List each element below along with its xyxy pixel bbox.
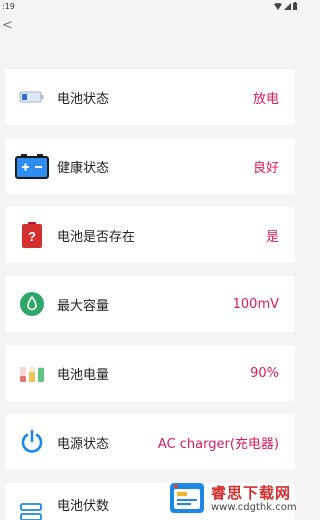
battery-info-list: 电池状态 放电 健康状态 良好 ? 电池是否存在 是 最大容量 100mV 电池…: [5, 69, 295, 520]
row-value: 是: [265, 229, 279, 245]
battery-status-icon: [293, 2, 297, 10]
watermark-text: 睿思下载网 www.cdgthk.com: [211, 484, 297, 514]
watermark-title: 睿思下载网: [211, 484, 292, 502]
row-label: 电池状态: [57, 91, 110, 107]
power-icon: [15, 425, 49, 459]
row-label: 电池是否存在: [57, 229, 136, 245]
wifi-icon: [274, 2, 282, 10]
row-value: 良好: [252, 160, 279, 176]
list-item: 最大容量 100mV: [5, 276, 295, 332]
battery-level-icon: [15, 356, 49, 390]
row-label: 健康状态: [57, 160, 110, 176]
row-label: 电源状态: [57, 436, 110, 452]
back-button[interactable]: <: [2, 19, 13, 32]
list-item: 电池电量 90%: [5, 345, 295, 401]
svg-text:?: ?: [28, 229, 36, 244]
row-label: 最大容量: [57, 298, 110, 314]
row-label: 电池电量: [57, 367, 110, 383]
status-time: :19: [2, 1, 15, 11]
site-watermark: 睿思下载网 www.cdgthk.com: [168, 478, 300, 520]
voltage-icon: [15, 495, 49, 520]
signal-icon: [284, 2, 291, 10]
list-item: ? 电池是否存在 是: [5, 207, 295, 263]
watermark-url: www.cdgthk.com: [211, 502, 297, 513]
capacity-drop-icon: [15, 287, 49, 321]
list-item: 电源状态 AC charger(充电器): [5, 414, 295, 470]
battery-health-icon: [15, 149, 49, 183]
status-icons: [274, 2, 297, 10]
watermark-logo-icon: [170, 483, 204, 513]
app-bar: <: [0, 12, 300, 38]
list-item: 电池状态 放电: [5, 69, 295, 125]
row-value: 100mV: [232, 296, 279, 312]
list-item: 健康状态 良好: [5, 138, 295, 194]
row-value: 90%: [250, 365, 279, 381]
status-bar: :19: [0, 0, 300, 12]
battery-icon: [15, 80, 49, 114]
battery-present-icon: ?: [15, 218, 49, 252]
row-value: AC charger(充电器): [157, 436, 279, 452]
row-value: 放电: [252, 91, 279, 107]
